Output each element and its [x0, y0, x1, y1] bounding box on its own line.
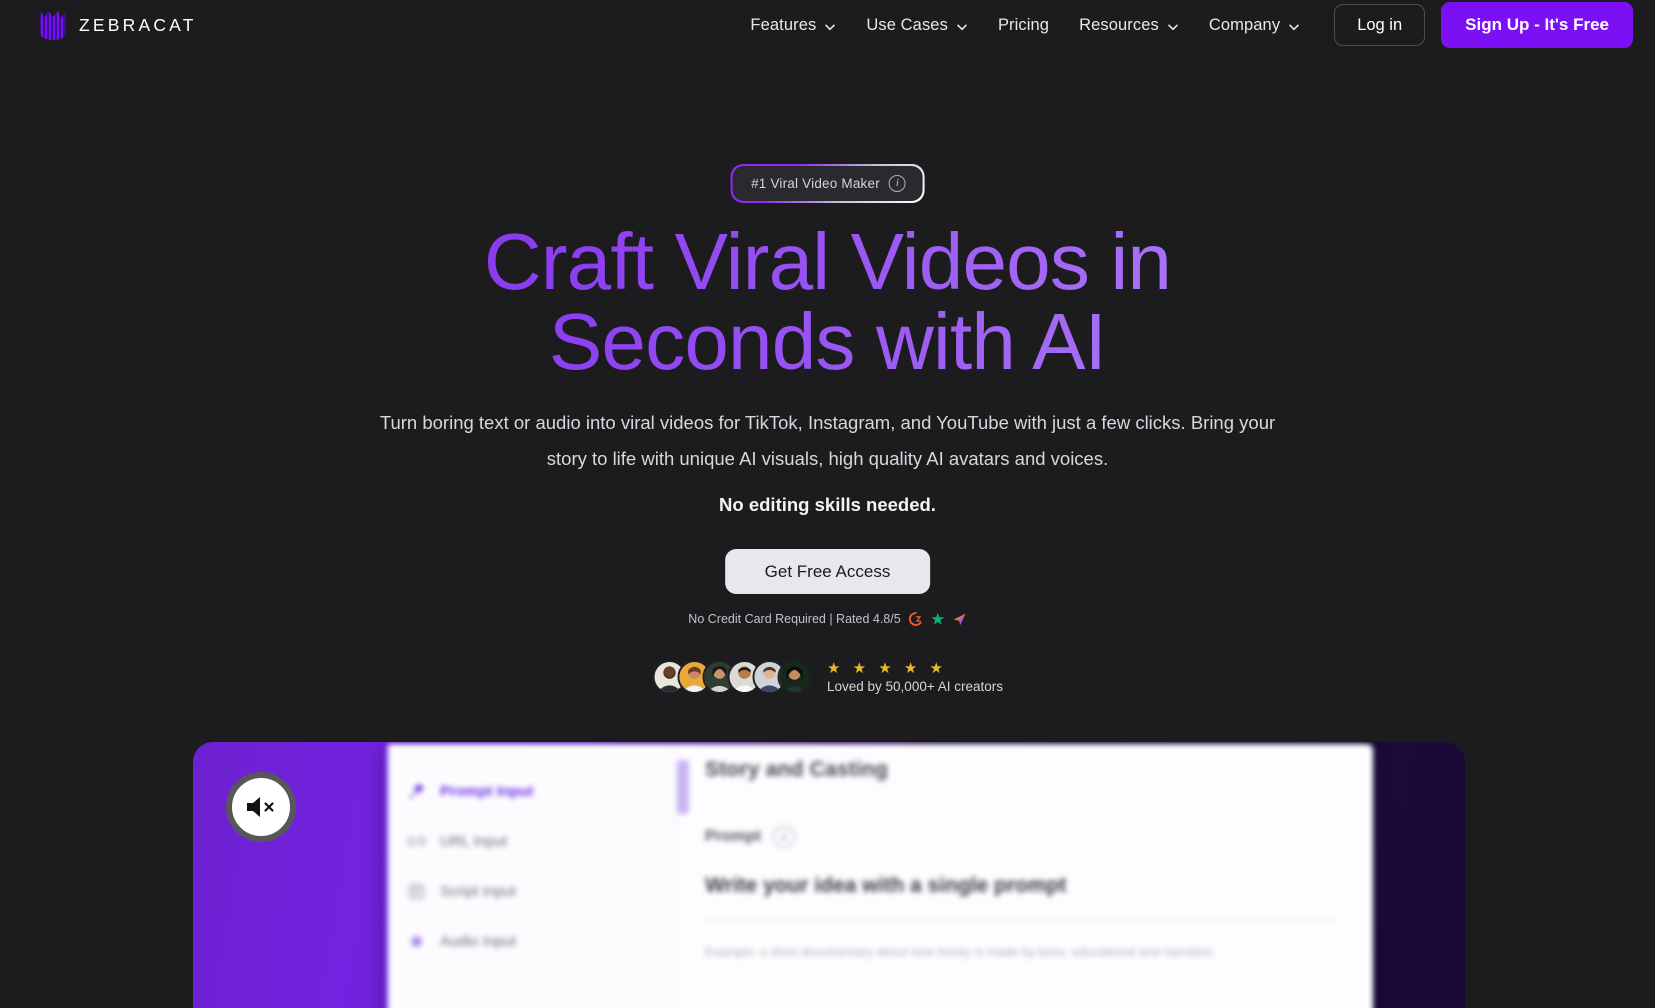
- avatar: [777, 660, 811, 695]
- login-button[interactable]: Log in: [1334, 4, 1426, 46]
- badge-label: #1 Viral Video Maker: [751, 176, 880, 191]
- producthunt-arrow-icon: [953, 612, 967, 626]
- signup-button[interactable]: Sign Up - It's Free: [1441, 2, 1633, 48]
- nav-item-pricing[interactable]: Pricing: [998, 16, 1049, 35]
- proof-text: No Credit Card Required | Rated 4.8/5: [688, 612, 901, 626]
- app-sidebar-item-url-input[interactable]: URL Input: [385, 816, 676, 866]
- nav-item-company[interactable]: Company: [1209, 16, 1300, 35]
- audio-icon: [407, 932, 426, 951]
- nav-links: Features Use Cases Pricing Resources Com…: [750, 16, 1300, 35]
- cta-wrapper: Get Free Access: [724, 549, 931, 594]
- app-sidebar-accent: [385, 744, 388, 1008]
- app-sidebar: Prompt Input URL Input Script Input Audi…: [385, 744, 677, 1008]
- page-title: Craft Viral Videos in Seconds with AI: [0, 222, 1655, 382]
- brand-name: ZEBRACAT: [79, 14, 197, 35]
- hero-subheadline: Turn boring text or audio into viral vid…: [363, 405, 1293, 523]
- avatar-group: [652, 660, 811, 695]
- app-sidebar-item-label: Script Input: [440, 882, 516, 900]
- app-field-label-text: Prompt: [705, 828, 761, 845]
- magic-wand-icon: [407, 782, 426, 801]
- app-sidebar-item-script-input[interactable]: Script Input: [385, 866, 676, 916]
- chevron-down-icon: [1288, 19, 1300, 31]
- subhead-emphasis: No editing skills needed.: [719, 494, 936, 515]
- nav-item-label: Company: [1208, 15, 1281, 34]
- speaker-muted-icon[interactable]: [226, 772, 296, 842]
- nav-item-label: Use Cases: [866, 15, 948, 34]
- nav-item-resources[interactable]: Resources: [1079, 16, 1179, 35]
- script-icon: [407, 882, 426, 901]
- g2-icon: [908, 612, 923, 626]
- nav-item-use-cases[interactable]: Use Cases: [866, 16, 968, 35]
- nav-item-label: Resources: [1079, 15, 1159, 34]
- app-sidebar-item-audio-input[interactable]: Audio Input: [385, 916, 676, 966]
- chevron-down-icon: [956, 19, 968, 31]
- zebracat-logo-icon: [40, 10, 66, 40]
- app-panel-title: Story and Casting: [705, 758, 889, 781]
- loved-by-label: Loved by 50,000+ AI creators: [827, 679, 1003, 695]
- app-screenshot: Prompt Input URL Input Script Input Audi…: [385, 744, 1373, 1008]
- get-free-access-button[interactable]: Get Free Access: [724, 549, 931, 594]
- nav-item-features[interactable]: Features: [750, 16, 836, 35]
- headline-line-1: Craft Viral Videos in: [483, 217, 1172, 306]
- landing-page: ZEBRACAT Features Use Cases Pricing Reso: [0, 0, 1655, 1008]
- app-prompt-field-label: Prompt i: [705, 826, 1337, 848]
- info-circle-icon[interactable]: i: [888, 175, 906, 192]
- info-circle-icon[interactable]: i: [773, 826, 795, 848]
- subhead-line-1: Turn boring text or audio into viral vid…: [379, 412, 1276, 433]
- social-proof-row: ★ ★ ★ ★ ★ Loved by 50,000+ AI creators: [652, 660, 1003, 694]
- app-sidebar-item-label: URL Input: [440, 832, 507, 850]
- headline-line-2: Seconds with AI: [548, 297, 1107, 386]
- subhead-line-2: story to life with unique AI visuals, hi…: [546, 448, 1109, 469]
- app-main-panel: Story and Casting Prompt i Write your id…: [677, 744, 1373, 1008]
- viral-video-maker-badge[interactable]: #1 Viral Video Maker i: [730, 164, 925, 203]
- brand-logo[interactable]: ZEBRACAT: [40, 10, 197, 40]
- product-video-showcase[interactable]: Prompt Input URL Input Script Input Audi…: [193, 742, 1465, 1008]
- top-navbar: ZEBRACAT Features Use Cases Pricing Reso: [0, 0, 1655, 50]
- star-rating-icons: ★ ★ ★ ★ ★: [827, 660, 947, 677]
- app-sidebar-item-prompt-input[interactable]: Prompt Input: [385, 766, 676, 816]
- app-divider: [705, 920, 1337, 921]
- app-sidebar-item-label: Prompt Input: [440, 782, 534, 800]
- app-prompt-input[interactable]: Write your idea with a single prompt: [705, 874, 1337, 898]
- social-proof-text: ★ ★ ★ ★ ★ Loved by 50,000+ AI creators: [827, 660, 1003, 694]
- chevron-down-icon: [1167, 19, 1179, 31]
- social-proof-line: No Credit Card Required | Rated 4.8/5: [688, 612, 966, 626]
- app-prompt-hint: Example: a short documentary about how h…: [705, 945, 1216, 959]
- nav-item-label: Features: [750, 15, 817, 34]
- chevron-down-icon: [824, 19, 836, 31]
- hero-badge-wrapper: #1 Viral Video Maker i: [730, 164, 925, 203]
- nav-item-label: Pricing: [997, 15, 1050, 34]
- trustpilot-star-icon: [931, 612, 945, 626]
- app-sidebar-item-label: Audio Input: [440, 932, 516, 950]
- link-icon: [407, 832, 426, 851]
- video-left-panel: [193, 742, 393, 1008]
